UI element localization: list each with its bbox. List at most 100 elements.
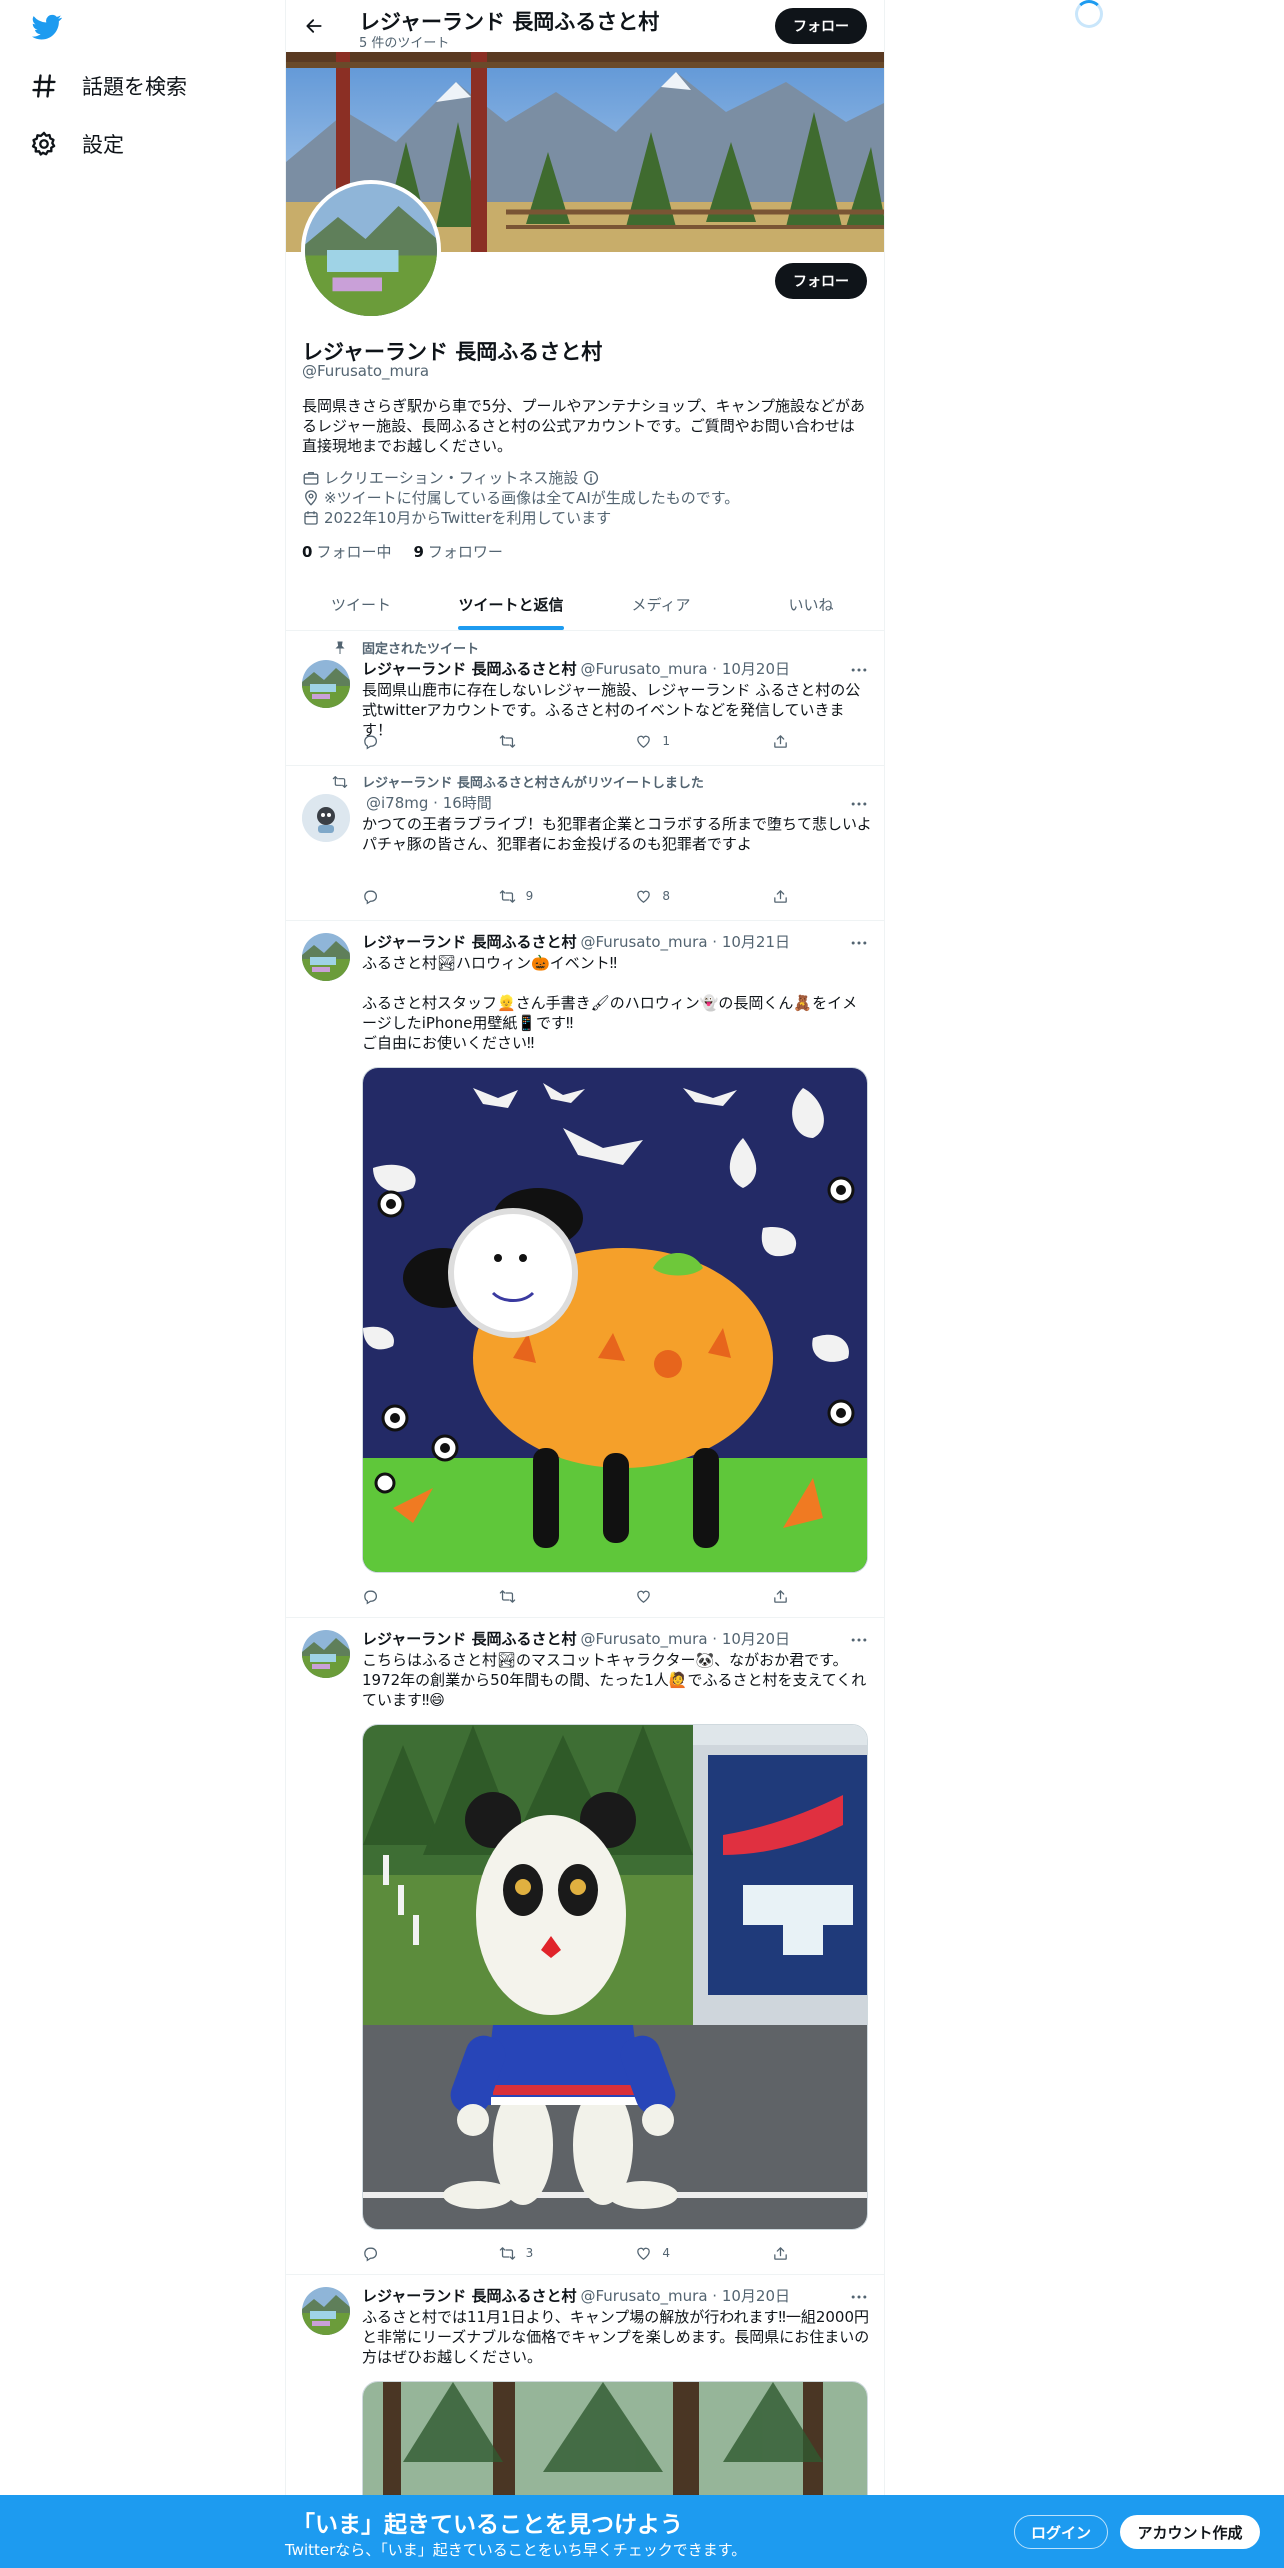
- reply-icon: [362, 1588, 379, 1605]
- retweet-icon: [499, 888, 516, 905]
- profile-location-text: ※ツイートに付属している画像は全てAIが生成したものです。: [324, 489, 740, 507]
- pin-icon: [335, 641, 345, 654]
- gear-icon: [31, 131, 56, 156]
- signup-prompt-bar: 「いま」起きていることを見つけよう Twitterなら、「いま」起きていることを…: [0, 2495, 1284, 2568]
- avatar[interactable]: [302, 660, 350, 708]
- avatar[interactable]: [302, 794, 350, 842]
- briefcase-icon: [303, 471, 319, 485]
- login-button[interactable]: ログイン: [1014, 2515, 1108, 2549]
- reply-icon: [362, 2245, 379, 2262]
- avatar[interactable]: [302, 1630, 350, 1678]
- avatar[interactable]: [302, 2287, 350, 2335]
- reply-button[interactable]: [362, 731, 432, 751]
- share-button[interactable]: [772, 886, 792, 906]
- signup-button[interactable]: アカウント作成: [1120, 2515, 1260, 2549]
- share-icon: [772, 888, 789, 905]
- tweet-mascot[interactable]: レジャーランド 長岡ふるさと村 @Furusato_mura · 10月20日 こ…: [286, 1618, 884, 2275]
- profile-header-bar: レジャーランド 長岡ふるさと村 5 件のツイート フォロー: [286, 0, 884, 52]
- share-button[interactable]: [772, 731, 792, 751]
- follow-button-header[interactable]: フォロー: [775, 8, 867, 44]
- share-button[interactable]: [772, 1586, 792, 1606]
- hashtag-icon: [32, 74, 56, 98]
- profile-category: レクリエーション・フィットネス施設: [302, 467, 604, 488]
- more-options-icon[interactable]: [848, 933, 870, 953]
- avatar[interactable]: [302, 933, 350, 981]
- share-button[interactable]: [772, 2243, 792, 2263]
- nav-item-explore[interactable]: 話題を検索: [30, 66, 187, 106]
- tweet-count: 5 件のツイート: [359, 36, 450, 51]
- retweet-label: レジャーランド 長岡ふるさと村さんがリツイートしました: [332, 772, 704, 791]
- tab-tweets-and-replies[interactable]: ツイートと返信: [436, 578, 586, 630]
- profile-location: ※ツイートに付属している画像は全てAIが生成したものです。: [302, 487, 739, 508]
- location-pin-icon: [305, 489, 317, 506]
- tweet-image-mascot[interactable]: [362, 1724, 868, 2230]
- tweet-text: かつての王者ラブライブ！も犯罪者企業とコラボする所まで堕ちて悲しいよ パチャ豚の…: [362, 815, 872, 853]
- tweet-text: ふるさと村🏞ハロウィン🎃イベント‼ ふるさと村スタッフ👱さん手書き🖌のハロウィン…: [362, 954, 858, 1052]
- retweet-icon: [332, 774, 348, 790]
- tweet-header: レジャーランド 長岡ふるさと村 @Furusato_mura · 10月20日: [362, 1630, 791, 1648]
- tweet-header: レジャーランド 長岡ふるさと村 @Furusato_mura · 10月21日: [362, 933, 791, 951]
- tweet-actions: 9 8: [362, 886, 792, 906]
- tweet-text: こちらはふるさと村🏞のマスコットキャラクター🐼、ながおか君です。1972年の創業…: [362, 1651, 867, 1709]
- retweet-button[interactable]: 9: [499, 886, 569, 906]
- tweet-actions: 1: [362, 731, 792, 751]
- like-button[interactable]: 8: [635, 886, 705, 906]
- like-button[interactable]: [635, 1586, 705, 1606]
- signup-prompt-title: 「いま」起きていることを見つけよう: [292, 2512, 683, 2538]
- follow-button[interactable]: フォロー: [775, 263, 867, 299]
- reply-button[interactable]: [362, 2243, 432, 2263]
- tweet-actions: [362, 1586, 792, 1606]
- tweet-header: @i78mg · 16時間: [366, 794, 492, 812]
- retweet-button[interactable]: 3: [499, 2243, 569, 2263]
- profile-avatar[interactable]: [301, 180, 441, 320]
- profile-category-text: レクリエーション・フィットネス施設: [324, 469, 579, 487]
- twitter-bird-icon[interactable]: [30, 12, 64, 42]
- heart-icon: [635, 2245, 652, 2262]
- retweet-button[interactable]: [499, 1586, 569, 1606]
- tweet-pinned[interactable]: 固定されたツイート レジャーランド 長岡ふるさと村 @Furusato_mura …: [286, 630, 884, 766]
- pinned-label: 固定されたツイート: [332, 638, 479, 657]
- back-button[interactable]: [300, 12, 328, 40]
- primary-column: レジャーランド 長岡ふるさと村 5 件のツイート フォロー フォロー レジャーラ…: [285, 0, 885, 2568]
- tab-media[interactable]: メディア: [586, 578, 736, 630]
- info-circle-icon[interactable]: [582, 469, 600, 487]
- retweet-icon: [499, 733, 516, 750]
- more-options-icon[interactable]: [848, 660, 870, 680]
- arrow-left-icon: [306, 19, 322, 33]
- more-options-icon[interactable]: [848, 1630, 870, 1650]
- heart-icon: [635, 733, 652, 750]
- like-button[interactable]: 4: [635, 2243, 705, 2263]
- tab-tweets[interactable]: ツイート: [286, 578, 436, 630]
- reply-button[interactable]: [362, 1586, 432, 1606]
- profile-joined: 2022年10月からTwitterを利用しています: [302, 507, 611, 528]
- profile-handle: @Furusato_mura: [302, 362, 430, 380]
- profile-joined-text: 2022年10月からTwitterを利用しています: [324, 509, 612, 527]
- tweet-header: レジャーランド 長岡ふるさと村 @Furusato_mura · 10月20日: [362, 2287, 791, 2305]
- tweet-halloween[interactable]: レジャーランド 長岡ふるさと村 @Furusato_mura · 10月21日 ふ…: [286, 921, 884, 1618]
- tweet-text: ふるさと村では11月1日より、キャンプ場の解放が行われます‼一組2000円と非常…: [362, 2308, 870, 2366]
- tab-likes[interactable]: いいね: [736, 578, 884, 630]
- tweet-actions: 3 4: [362, 2243, 792, 2263]
- tweet-image-halloween[interactable]: [362, 1067, 868, 1573]
- share-icon: [772, 2245, 789, 2262]
- retweet-icon: [499, 2245, 516, 2262]
- retweet-icon: [499, 1588, 516, 1605]
- more-options-icon[interactable]: [848, 2287, 870, 2307]
- loading-spinner-icon: [1075, 0, 1103, 28]
- followers-link[interactable]: 9 フォロワー: [413, 543, 502, 561]
- nav-item-settings[interactable]: 設定: [30, 124, 124, 164]
- reply-icon: [362, 888, 379, 905]
- reply-button[interactable]: [362, 886, 432, 906]
- calendar-icon: [304, 510, 318, 525]
- more-options-icon[interactable]: [848, 794, 870, 814]
- like-button[interactable]: 1: [635, 731, 705, 751]
- follow-stats: 0 フォロー中 9 フォロワー: [302, 541, 503, 562]
- share-icon: [772, 1588, 789, 1605]
- following-link[interactable]: 0 フォロー中: [302, 543, 391, 561]
- retweet-button[interactable]: [499, 731, 569, 751]
- tweet-retweeted[interactable]: レジャーランド 長岡ふるさと村さんがリツイートしました @i78mg · 16時…: [286, 766, 884, 921]
- nav-item-label: 話題を検索: [82, 75, 187, 99]
- profile-bio: 長岡県きさらぎ駅から車で5分、プールやアンテナショップ、キャンプ施設などがあるレ…: [302, 397, 866, 455]
- signup-prompt-subtitle: Twitterなら、「いま」起きていることをいち早くチェックできます。: [285, 2541, 747, 2559]
- share-icon: [772, 733, 789, 750]
